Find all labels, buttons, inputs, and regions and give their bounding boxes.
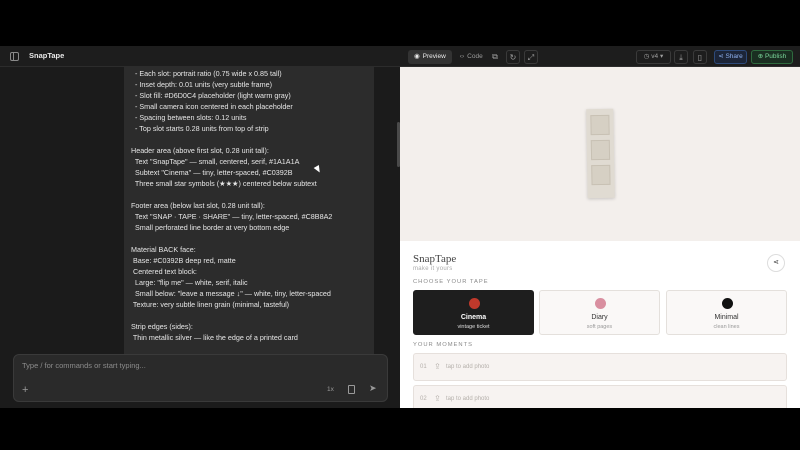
photo-strip[interactable] (586, 108, 615, 199)
moment-slot[interactable]: 02 ⇪ tap to add photo (413, 385, 787, 408)
tab-code-label: Code (467, 53, 483, 60)
tab-preview[interactable]: ◉ Preview (408, 50, 452, 64)
chat-input[interactable]: Type / for commands or start typing... +… (13, 354, 388, 402)
upload-icon: ⇪ (434, 362, 441, 371)
chat-panel: - Each slot: portrait ratio (0.75 wide x… (0, 67, 400, 408)
message-line: - Each slot: portrait ratio (0.75 wide x… (131, 69, 282, 78)
message-line: Thin metallic silver — like the edge of … (131, 333, 298, 342)
message-line (131, 233, 371, 244)
copy-icon[interactable]: ⧉ (488, 50, 502, 64)
message-line: Centered text block: (131, 267, 197, 276)
publish-button[interactable]: ⊕ Publish (751, 50, 793, 64)
message-line: Texture: very subtle linen grain (minima… (131, 300, 290, 309)
app-title: SnapTape (29, 51, 65, 60)
brand-tagline: make it yours (413, 266, 453, 272)
chevron-down-icon: ▾ (659, 53, 664, 60)
chat-input-placeholder: Type / for commands or start typing... (22, 361, 146, 370)
download-icon[interactable]: ⤓ (674, 50, 688, 64)
send-icon[interactable]: ➤ (369, 383, 377, 394)
globe-icon: ⊕ (757, 53, 764, 60)
tape-name: Diary (591, 314, 608, 321)
message-line: - Inset depth: 0.01 units (very subtle f… (131, 80, 273, 89)
history-icon: ◷ (643, 53, 650, 60)
message-line: Header area (above first slot, 0.28 unit… (131, 146, 269, 155)
tape-color-swatch (469, 298, 480, 309)
strip-slot (591, 164, 611, 186)
code-icon: ‹› (459, 53, 465, 60)
tape-sub: clean lines (713, 324, 740, 330)
refresh-icon[interactable]: ↻ (506, 50, 520, 64)
moment-text: tap to add photo (446, 364, 490, 370)
strip-slot (590, 139, 611, 161)
speed-toggle[interactable]: 1x (327, 386, 334, 393)
hero-area (400, 67, 800, 241)
moment-text: tap to add photo (446, 396, 490, 402)
eye-icon: ◉ (414, 53, 420, 60)
upload-icon: ⇪ (434, 394, 441, 403)
top-bar: SnapTape ◉ Preview ‹› Code ⧉ ↻ ⤢ ◷ v4 ▾ … (0, 46, 800, 67)
tape-name: Minimal (714, 314, 739, 321)
preview-panel: SnapTape make it yours ⋖ CHOOSE YOUR TAP… (400, 67, 800, 408)
moments-label: YOUR MOMENTS (413, 342, 473, 348)
tape-card-cinema[interactable]: Cinema vintage ticket (413, 290, 534, 335)
expand-icon[interactable]: ⤢ (524, 50, 538, 64)
message-line: Base: #C0392B deep red, matte (131, 256, 236, 265)
version-select[interactable]: ◷ v4 ▾ (636, 50, 671, 64)
share-button[interactable]: ⋖ Share (714, 50, 747, 64)
message-line: Text "SnapTape" — small, centered, serif… (131, 157, 300, 166)
share-button-label: Share (725, 53, 743, 60)
message-line: Text "SNAP · TAPE · SHARE" — tiny, lette… (131, 212, 333, 221)
message-line: Large: "flip me" — white, serif, italic (131, 278, 248, 287)
moment-slot[interactable]: 01 ⇪ tap to add photo (413, 353, 787, 381)
message-line: - Spacing between slots: 0.12 units (131, 113, 247, 122)
tape-sub: vintage ticket (457, 324, 490, 330)
tape-color-swatch (595, 298, 606, 309)
sidebar-toggle-icon[interactable] (10, 52, 19, 61)
version-label: v4 (651, 53, 659, 60)
moment-number: 01 (420, 364, 427, 370)
app-window: SnapTape ◉ Preview ‹› Code ⧉ ↻ ⤢ ◷ v4 ▾ … (0, 46, 800, 408)
message-line: Small perforated line border at very bot… (131, 223, 290, 232)
message-line: - Top slot starts 0.28 units from top of… (131, 124, 269, 133)
message-line: - Slot fill: #D6D0C4 placeholder (light … (131, 91, 291, 100)
message-line (131, 134, 371, 145)
bookmark-icon[interactable]: ▯ (693, 50, 707, 64)
choose-tape-label: CHOOSE YOUR TAPE (413, 279, 489, 285)
message-line: - Small camera icon centered in each pla… (131, 102, 293, 111)
message-line: Three small star symbols (★★★) centered … (131, 179, 317, 188)
publish-button-label: Publish (764, 53, 787, 60)
tab-preview-label: Preview (422, 53, 446, 60)
document-icon[interactable] (348, 385, 355, 394)
message-line (131, 189, 371, 200)
share-icon: ⋖ (718, 53, 724, 60)
tape-color-swatch (722, 298, 733, 309)
message-line: Small below: "leave a message ↓" — white… (131, 289, 331, 298)
view-tabs: ◉ Preview ‹› Code (408, 50, 489, 64)
plus-icon[interactable]: + (22, 384, 28, 396)
moment-number: 02 (420, 396, 427, 402)
tape-sub: soft pages (586, 324, 613, 330)
share-icon[interactable]: ⋖ (767, 254, 785, 272)
message-line: Subtext "Cinema" — tiny, letter-spaced, … (131, 168, 293, 177)
strip-slot (590, 114, 610, 136)
message-text: - Each slot: portrait ratio (0.75 wide x… (131, 68, 371, 343)
tab-code[interactable]: ‹› Code (454, 50, 489, 64)
message-line: Footer area (below last slot, 0.28 unit … (131, 201, 265, 210)
tape-card-minimal[interactable]: Minimal clean lines (666, 290, 787, 335)
message-line: Strip edges (sides): (131, 322, 193, 331)
tape-name: Cinema (460, 314, 487, 321)
message-line (131, 310, 371, 321)
message-line: Material BACK face: (131, 245, 196, 254)
tape-card-diary[interactable]: Diary soft pages (539, 290, 660, 335)
brand-title: SnapTape (413, 253, 457, 265)
